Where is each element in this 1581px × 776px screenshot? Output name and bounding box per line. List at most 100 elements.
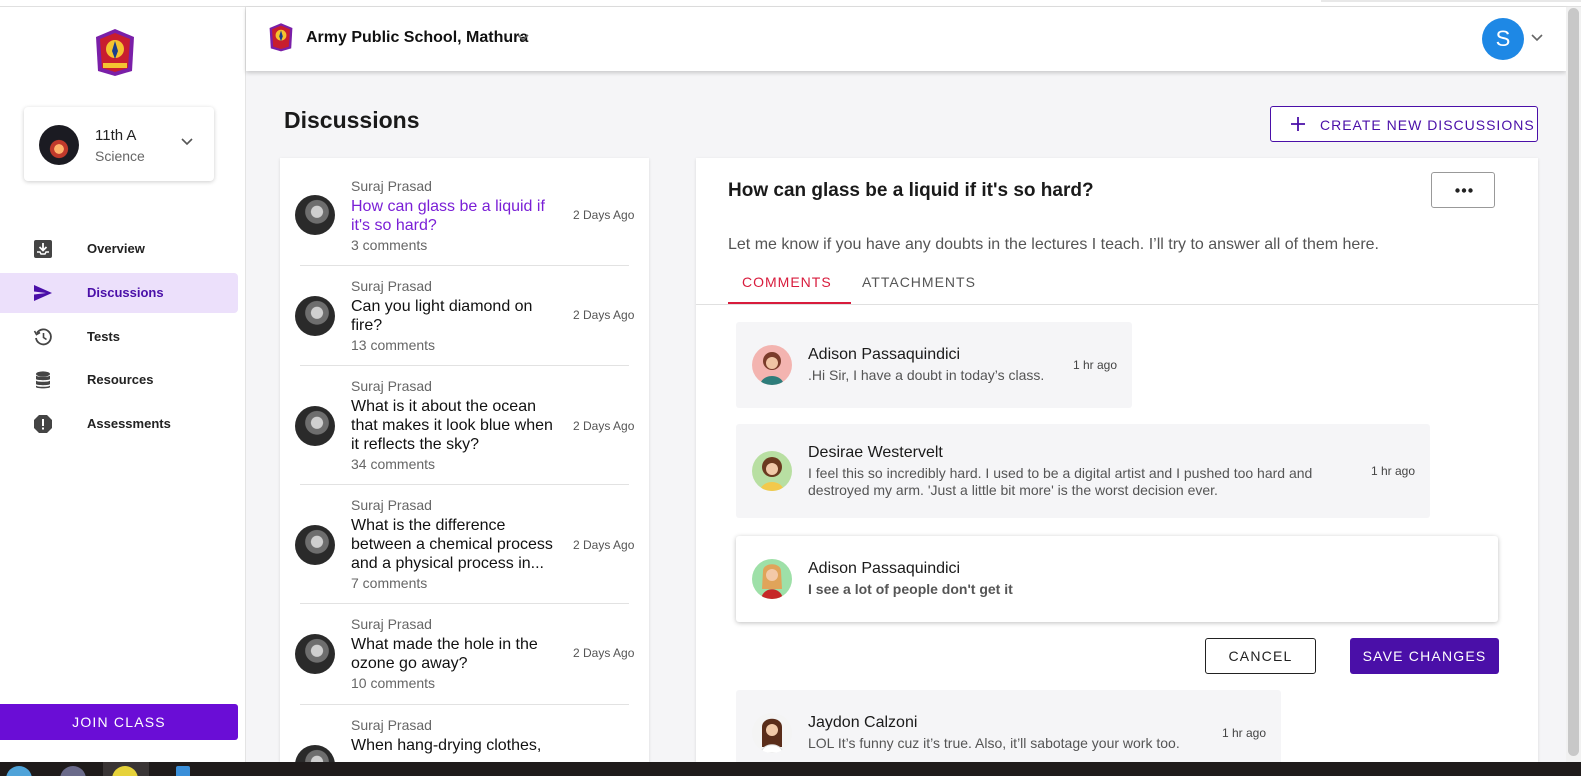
scrollbar-thumb[interactable] (1568, 8, 1579, 756)
taskbar-app-icon[interactable] (60, 766, 86, 776)
sidebar-item-label: Discussions (87, 284, 164, 300)
tabs-divider (696, 304, 1538, 305)
comment-text: I feel this so incredibly hard. I used t… (808, 465, 1313, 498)
sidebar-item-overview[interactable]: Overview (0, 229, 238, 269)
school-name[interactable]: Army Public School, Mathura (306, 29, 528, 47)
discussion-comment-count: 10 comments (351, 675, 436, 691)
discussion-list: Suraj Prasad How can glass be a liquid i… (280, 158, 649, 762)
commenter-avatar (752, 559, 792, 599)
school-logo (96, 29, 134, 76)
class-avatar (39, 125, 79, 165)
sidebar-item-discussions[interactable]: Discussions (0, 272, 238, 313)
sidebar-item-resources[interactable]: Resources (0, 360, 238, 400)
class-subtitle: Science (95, 148, 145, 164)
page-title: Discussions (284, 107, 420, 133)
more-options-button[interactable] (1431, 172, 1495, 208)
comment-time: 1 hr ago (1371, 464, 1416, 478)
more-horizontal-icon (1455, 188, 1473, 193)
discussion-item[interactable]: Suraj Prasad How can glass be a liquid i… (280, 158, 649, 265)
comment-edit-text[interactable]: I see a lot of people don't get it (808, 581, 1408, 598)
comment-item-editing[interactable]: Adison Passaquindici I see a lot of peop… (736, 536, 1498, 622)
send-icon (34, 284, 52, 301)
comment-item: Desirae Westervelt I feel this so incred… (736, 424, 1430, 518)
class-selector[interactable]: 11th A Science (24, 107, 214, 181)
discussion-comment-count: 34 comments (351, 456, 436, 472)
commenter-name: Adison Passaquindici (808, 560, 961, 577)
inbox-download-icon (34, 240, 52, 258)
user-avatar[interactable]: S (1482, 18, 1524, 60)
author-avatar (295, 195, 335, 235)
discussion-description: Let me know if you have any doubts in th… (728, 236, 1379, 253)
discussion-item[interactable]: Suraj Prasad What made the hole in the o… (280, 604, 649, 704)
commenter-name: Adison Passaquindici (808, 346, 961, 363)
author-avatar (295, 296, 335, 336)
commenter-avatar (752, 713, 792, 753)
discussion-time: 2 Days Ago (573, 419, 635, 433)
comment-time: 1 hr ago (1073, 358, 1118, 372)
comment-item: Adison Passaquindici .Hi Sir, I have a d… (736, 322, 1132, 408)
comment-text: .Hi Sir, I have a doubt in today’s class… (808, 367, 1045, 383)
discussion-author: Suraj Prasad (351, 616, 432, 632)
class-title: 11th A (95, 127, 137, 144)
database-icon (36, 371, 50, 389)
author-avatar (295, 634, 335, 674)
sidebar-item-tests[interactable]: Tests (0, 317, 238, 357)
discussion-author: Suraj Prasad (351, 497, 432, 513)
comment-item: Jaydon Calzoni LOL It’s funny cuz it’s t… (736, 690, 1281, 762)
create-discussion-label: CREATE NEW DISCUSSIONS (1320, 117, 1535, 133)
discussion-comment-count: 13 comments (351, 337, 436, 353)
discussion-item[interactable]: Suraj Prasad What is it about the ocean … (280, 366, 649, 484)
commenter-name: Desirae Westervelt (808, 444, 943, 461)
sidebar-item-assessments[interactable]: Assessments (0, 404, 238, 444)
history-icon (33, 328, 52, 345)
discussion-time: 2 Days Ago (573, 308, 635, 322)
discussion-question: Can you light diamond on fire? (351, 298, 533, 334)
create-discussion-button[interactable]: CREATE NEW DISCUSSIONS (1270, 106, 1538, 142)
discussion-item[interactable]: Suraj Prasad What is the difference betw… (280, 485, 649, 603)
browser-tab-edge (1321, 0, 1581, 2)
discussion-question: How can glass be a liquid if it's so har… (351, 198, 545, 234)
top-header: Army Public School, Mathura S (246, 7, 1566, 71)
commenter-name: Jaydon Calzoni (808, 714, 918, 731)
join-class-button[interactable]: JOIN CLASS (0, 704, 238, 740)
taskbar-app-icon[interactable] (6, 766, 32, 776)
discussion-question: When hang-drying clothes, (351, 737, 542, 754)
comment-text: LOL It’s funny cuz it’s true. Also, it’l… (808, 735, 1180, 751)
discussion-author: Suraj Prasad (351, 378, 432, 394)
chevron-down-icon[interactable] (180, 135, 194, 149)
discussion-time: 2 Days Ago (573, 208, 635, 222)
browser-top-strip (0, 0, 1581, 7)
discussion-comment-count: 7 comments (351, 575, 428, 591)
sidebar-item-label: Overview (87, 241, 145, 256)
discussion-question: What made the hole in the ozone go away? (351, 636, 538, 672)
discussion-time: 2 Days Ago (573, 646, 635, 660)
commenter-avatar (752, 345, 792, 385)
sidebar-item-label: Tests (87, 328, 120, 344)
chevron-down-icon[interactable] (516, 31, 530, 45)
alert-octagon-icon (34, 415, 52, 433)
discussion-question: What is the difference between a chemica… (351, 517, 553, 572)
sidebar-nav: Overview Discussions Tests Resources Ass… (0, 229, 246, 448)
sidebar-item-label: Resources (87, 372, 154, 388)
discussion-question: What is it about the ocean that makes it… (351, 398, 553, 453)
tab-comments[interactable]: COMMENTS (742, 266, 832, 304)
cancel-button[interactable]: CANCEL (1205, 638, 1316, 674)
plus-icon (1291, 117, 1305, 131)
discussion-author: Suraj Prasad (351, 717, 432, 733)
author-avatar (295, 525, 335, 565)
chevron-down-icon[interactable] (1530, 31, 1544, 45)
discussion-item[interactable]: Suraj Prasad Can you light diamond on fi… (280, 266, 649, 365)
discussion-author: Suraj Prasad (351, 178, 432, 194)
os-taskbar (0, 762, 1581, 776)
comment-time: 1 hr ago (1222, 726, 1267, 740)
commenter-avatar (752, 451, 792, 491)
taskbar-app-icon[interactable] (176, 766, 190, 776)
discussion-item[interactable]: Suraj Prasad When hang-drying clothes, (280, 705, 649, 762)
discussion-comment-count: 3 comments (351, 237, 428, 253)
save-changes-button[interactable]: SAVE CHANGES (1350, 638, 1499, 674)
author-avatar (295, 745, 335, 762)
sidebar: 11th A Science Overview Discussions Test… (0, 7, 246, 762)
tab-attachments[interactable]: ATTACHMENTS (862, 266, 976, 304)
sidebar-item-label: Assessments (87, 416, 171, 431)
discussion-author: Suraj Prasad (351, 278, 432, 294)
